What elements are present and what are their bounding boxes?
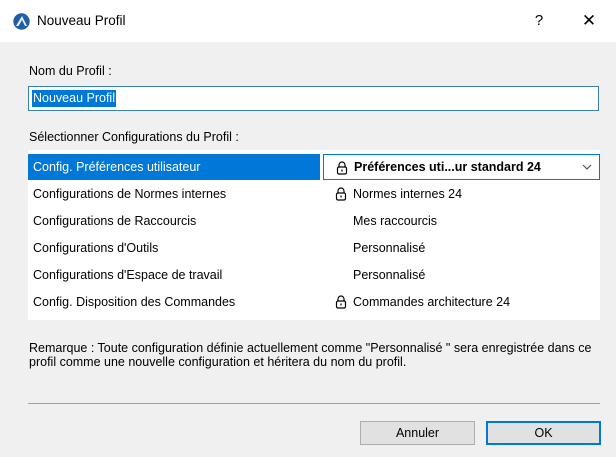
config-row-commands[interactable]: Config. Disposition des Commandes Comman…	[28, 289, 600, 315]
config-row-name: Configurations d'Outils	[33, 241, 159, 255]
config-row-name: Configurations d'Espace de travail	[33, 268, 223, 282]
chevron-down-icon	[582, 164, 592, 170]
config-row-standards[interactable]: Configurations de Normes internes Normes…	[28, 181, 600, 207]
config-row-tools[interactable]: Configurations d'Outils Personnalisé	[28, 235, 600, 261]
close-button[interactable]: ✕	[578, 11, 600, 31]
config-value: Commandes architecture 24	[353, 295, 511, 309]
lock-icon	[335, 295, 347, 309]
config-row-workspace[interactable]: Configurations d'Espace de travail Perso…	[28, 262, 600, 288]
profile-name-label: Nom du Profil :	[29, 64, 112, 78]
cancel-button[interactable]: Annuler	[360, 421, 475, 445]
window-title: Nouveau Profil	[37, 13, 126, 28]
config-row-name: Configurations de Raccourcis	[33, 214, 197, 228]
archicad-app-icon	[13, 13, 30, 30]
config-value-cell: Commandes architecture 24	[323, 289, 600, 315]
profile-name-input[interactable]: Nouveau Profil	[28, 86, 599, 111]
config-value: Préférences uti...ur standard 24	[354, 160, 541, 174]
config-row-shortcuts[interactable]: Configurations de Raccourcis Mes raccour…	[28, 208, 600, 234]
config-value-cell: Normes internes 24	[323, 181, 600, 207]
config-value-cell: Personnalisé	[323, 262, 600, 288]
title-bar: Nouveau Profil ? ✕	[0, 0, 616, 42]
config-row-name: Config. Préférences utilisateur	[28, 154, 320, 180]
lock-icon	[335, 187, 347, 201]
config-row-preferences[interactable]: Config. Préférences utilisateur Préféren…	[28, 154, 600, 180]
config-select[interactable]: Préférences uti...ur standard 24	[323, 154, 600, 180]
remark-text: Remarque : Toute configuration définie a…	[29, 341, 592, 369]
config-value: Mes raccourcis	[353, 214, 438, 228]
config-value-cell: Mes raccourcis	[323, 208, 600, 234]
ok-button[interactable]: OK	[486, 421, 601, 445]
lock-icon	[336, 161, 348, 175]
profile-name-value: Nouveau Profil	[32, 90, 116, 107]
config-list: Config. Préférences utilisateur Préféren…	[28, 150, 600, 320]
divider	[28, 403, 600, 404]
config-row-name: Configurations de Normes internes	[33, 187, 227, 201]
help-button[interactable]: ?	[528, 11, 550, 31]
configs-label: Sélectionner Configurations du Profil :	[29, 130, 239, 144]
config-value: Normes internes 24	[353, 187, 463, 201]
config-row-name: Config. Disposition des Commandes	[33, 295, 236, 309]
config-value: Personnalisé	[353, 268, 426, 282]
config-value: Personnalisé	[353, 241, 426, 255]
config-value-cell: Personnalisé	[323, 235, 600, 261]
